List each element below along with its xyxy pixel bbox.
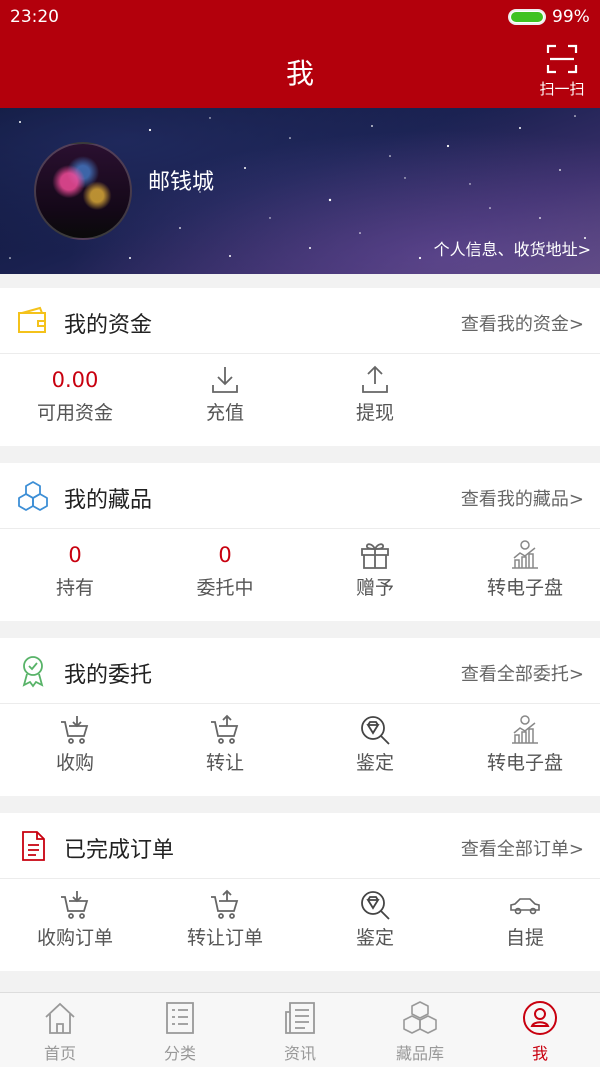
gift-button[interactable]: 赠予 (300, 529, 450, 621)
tab-news-label: 资讯 (283, 1044, 316, 1063)
download-icon (212, 367, 238, 393)
orders-header: 已完成订单 查看全部订单> (0, 813, 600, 879)
recharge-button[interactable]: 充值 (150, 354, 300, 446)
badge-icon (22, 656, 44, 688)
entrusting-value: 0 (218, 543, 232, 567)
transfer-label: 转让 (205, 752, 244, 774)
tab-collection-library-label: 藏品库 (395, 1044, 444, 1063)
scan-button[interactable]: 扫一扫 (532, 42, 592, 100)
self-pickup-label: 自提 (505, 927, 544, 949)
avatar[interactable] (34, 142, 132, 240)
funds-view-link[interactable]: 查看我的资金> (461, 310, 584, 336)
upload-icon (362, 365, 388, 393)
scan-icon (546, 44, 578, 74)
order-appraisal-button[interactable]: 鉴定 (300, 879, 450, 971)
tab-home[interactable]: 首页 (0, 993, 120, 1067)
battery-fill (511, 12, 543, 22)
car-icon (510, 898, 540, 915)
purchase-button[interactable]: 收购 (0, 704, 150, 796)
user-icon (523, 1001, 557, 1035)
purchase-orders-label: 收购订单 (36, 927, 113, 949)
bottom-tab-bar: 首页 分类 资讯 藏品库 我 (0, 992, 600, 1067)
cart-out-icon (211, 714, 239, 744)
diamond-search-icon (361, 716, 390, 745)
orders-view-link[interactable]: 查看全部订单> (461, 835, 584, 861)
funds-body: 0.00 可用资金 充值 提现 (0, 354, 600, 446)
available-funds[interactable]: 0.00 可用资金 (0, 354, 150, 446)
entrust-transfer-electronic-label: 转电子盘 (486, 752, 563, 774)
withdraw-label: 提现 (355, 402, 394, 424)
appraisal-button[interactable]: 鉴定 (300, 704, 450, 796)
profile-banner: 邮钱城 个人信息、收货地址> (0, 108, 600, 274)
transfer-orders-label: 转让订单 (186, 927, 263, 949)
collection-view-link[interactable]: 查看我的藏品> (461, 485, 584, 511)
battery-percentage: 99% (552, 7, 590, 27)
tab-home-label: 首页 (43, 1044, 76, 1063)
document-icon (22, 831, 45, 861)
nav-bar: 我 扫一扫 (0, 34, 600, 108)
diamond-search-icon (361, 891, 390, 920)
purchase-label: 收购 (55, 752, 94, 774)
funds-section: 我的资金 查看我的资金> 0.00 可用资金 充值 提现 (0, 288, 600, 446)
entrusting[interactable]: 0 委托中 (150, 529, 300, 621)
cart-in-icon (61, 891, 89, 919)
holding[interactable]: 0 持有 (0, 529, 150, 621)
withdraw-button[interactable]: 提现 (300, 354, 450, 446)
list-icon (166, 1002, 194, 1034)
order-appraisal-label: 鉴定 (355, 927, 394, 949)
battery-icon (508, 9, 546, 25)
cart-out-icon (211, 889, 239, 919)
chart-icon (512, 715, 538, 744)
entrust-body: 收购 转让 鉴定 转电子盘 (0, 704, 600, 796)
collection-section: 我的藏品 查看我的藏品> 0 持有 0 委托中 赠予 转电子盘 (0, 463, 600, 621)
entrust-section: 我的委托 查看全部委托> 收购 转让 鉴定 转电子盘 (0, 638, 600, 796)
purchase-orders-button[interactable]: 收购订单 (0, 879, 150, 971)
tab-category[interactable]: 分类 (120, 993, 240, 1067)
status-time: 23:20 (10, 7, 59, 27)
orders-section: 已完成订单 查看全部订单> 收购订单 转让订单 鉴定 自提 (0, 813, 600, 971)
home-icon (45, 1002, 75, 1034)
transfer-electronic-button[interactable]: 转电子盘 (450, 529, 600, 621)
transfer-button[interactable]: 转让 (150, 704, 300, 796)
recharge-label: 充值 (205, 402, 244, 424)
orders-body: 收购订单 转让订单 鉴定 自提 (0, 879, 600, 971)
collection-title: 我的藏品 (64, 488, 153, 513)
scan-label: 扫一扫 (539, 80, 585, 98)
collection-header: 我的藏品 查看我的藏品> (0, 463, 600, 529)
entrust-view-link[interactable]: 查看全部委托> (461, 660, 584, 686)
holding-value: 0 (68, 543, 82, 567)
tab-news[interactable]: 资讯 (240, 993, 360, 1067)
entrust-header: 我的委托 查看全部委托> (0, 638, 600, 704)
chart-icon (512, 540, 538, 569)
tab-me-label: 我 (531, 1044, 548, 1063)
transfer-electronic-label: 转电子盘 (486, 577, 563, 599)
news-icon (285, 1002, 315, 1034)
funds-header: 我的资金 查看我的资金> (0, 288, 600, 354)
username: 邮钱城 (148, 170, 215, 195)
gift-label: 赠予 (355, 577, 394, 599)
tab-category-label: 分类 (163, 1044, 196, 1063)
available-funds-label: 可用资金 (36, 402, 113, 424)
tab-me[interactable]: 我 (480, 993, 600, 1067)
wallet-icon (18, 306, 46, 333)
cart-in-icon (61, 716, 89, 744)
page-title: 我 (285, 57, 314, 90)
entrust-title: 我的委托 (64, 663, 153, 688)
self-pickup-button[interactable]: 自提 (450, 879, 600, 971)
status-bar: 23:20 99% (0, 0, 600, 34)
appraisal-label: 鉴定 (355, 752, 394, 774)
orders-title: 已完成订单 (64, 838, 175, 863)
entrust-transfer-electronic-button[interactable]: 转电子盘 (450, 704, 600, 796)
funds-title: 我的资金 (64, 313, 153, 338)
entrusting-label: 委托中 (196, 577, 254, 599)
available-funds-value: 0.00 (51, 368, 99, 392)
holding-label: 持有 (55, 577, 94, 599)
cubes-icon (18, 481, 48, 511)
profile-info-link[interactable]: 个人信息、收货地址> (434, 236, 591, 260)
boxes-icon (403, 1001, 437, 1034)
transfer-orders-button[interactable]: 转让订单 (150, 879, 300, 971)
tab-collection-library[interactable]: 藏品库 (360, 993, 480, 1067)
collection-body: 0 持有 0 委托中 赠予 转电子盘 (0, 529, 600, 621)
gift-icon (361, 543, 389, 569)
